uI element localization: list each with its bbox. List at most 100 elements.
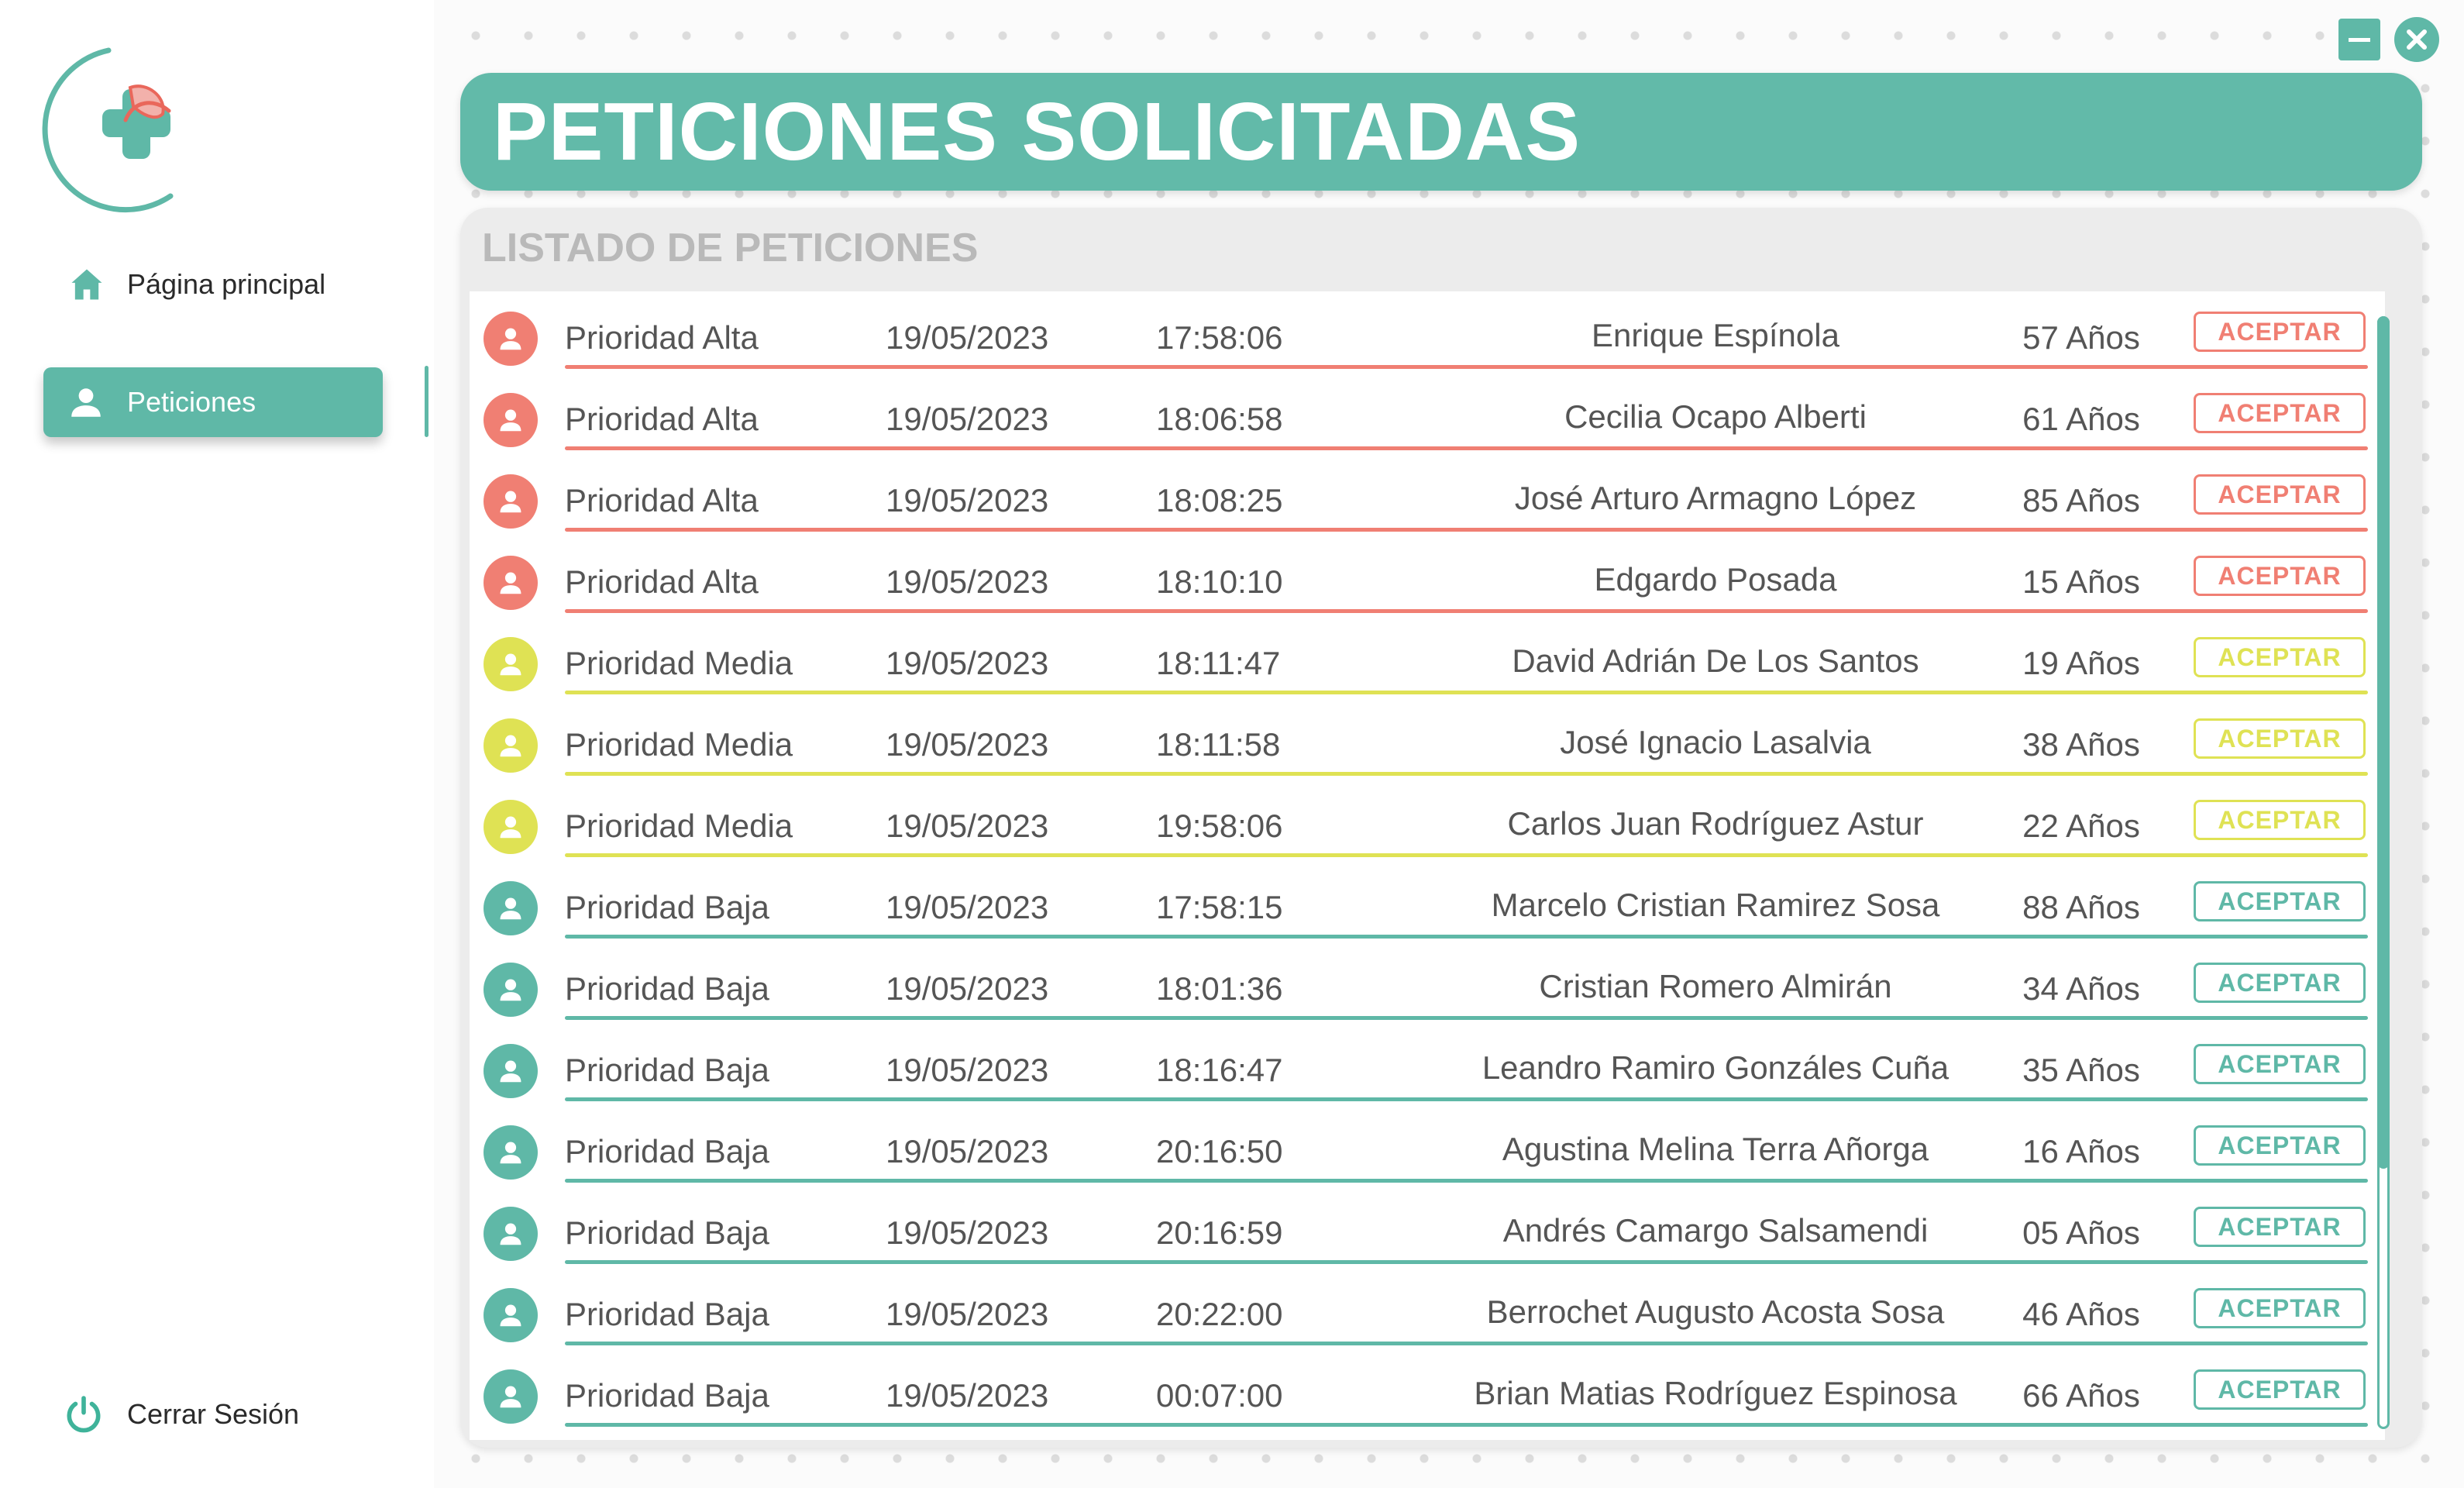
list-header: LISTADO DE PETICIONES: [482, 226, 979, 270]
accept-button[interactable]: ACEPTAR: [2194, 556, 2366, 596]
table-row: Prioridad Baja 19/05/2023 20:16:50 Agustina…: [470, 1111, 2376, 1193]
home-icon: [71, 269, 102, 300]
accept-button[interactable]: ACEPTAR: [2194, 393, 2366, 433]
patient-name: Andrés Camargo Salsamendi: [1502, 1212, 1929, 1249]
request-time: 18:11:58: [1156, 726, 1281, 763]
request-date: 19/05/2023: [886, 1377, 1049, 1414]
accept-button[interactable]: ACEPTAR: [2194, 1125, 2366, 1166]
patient-name: Berrochet Augusto Acosta Sosa: [1486, 1293, 1945, 1330]
accept-button[interactable]: ACEPTAR: [2194, 637, 2366, 677]
request-date: 19/05/2023: [886, 1133, 1049, 1169]
request-time: 20:16:59: [1156, 1214, 1283, 1251]
table-row: Prioridad Baja 19/05/2023 20:16:59 Andrés C…: [470, 1193, 2376, 1274]
patient-name: José Ignacio Lasalvia: [1560, 724, 1871, 760]
logout-label: Cerrar Sesión: [127, 1398, 300, 1430]
request-date: 19/05/2023: [886, 401, 1049, 437]
accept-button[interactable]: ACEPTAR: [2194, 1288, 2366, 1328]
close-button[interactable]: [2394, 17, 2439, 62]
request-date: 19/05/2023: [886, 970, 1049, 1007]
table-row: Prioridad Alta 19/05/2023 18:08:25 José Art…: [470, 460, 2376, 542]
patient-age: 38 Años: [2022, 726, 2140, 763]
sidebar-item-home[interactable]: Página principal: [43, 250, 392, 319]
user-icon: [71, 388, 101, 417]
table-row: Prioridad Baja 19/05/2023 18:16:47 Leandro …: [470, 1030, 2376, 1111]
patient-age: 46 Años: [2022, 1296, 2140, 1332]
priority-label: Prioridad Baja: [565, 970, 769, 1007]
accept-button[interactable]: ACEPTAR: [2194, 1207, 2366, 1247]
request-date: 19/05/2023: [886, 808, 1049, 844]
request-date: 19/05/2023: [886, 1052, 1049, 1088]
patient-age: 16 Años: [2022, 1133, 2140, 1169]
accept-button[interactable]: ACEPTAR: [2194, 1369, 2366, 1410]
patient-age: 35 Años: [2022, 1052, 2140, 1088]
table-row: Prioridad Media 19/05/2023 19:58:06 Carlos …: [470, 786, 2376, 867]
main-area: PETICIONES SOLICITADAS LISTADO DE PETICI…: [434, 0, 2464, 1488]
priority-label: Prioridad Alta: [565, 482, 759, 518]
logout-button[interactable]: Cerrar Sesión: [43, 1380, 392, 1449]
accept-button[interactable]: ACEPTAR: [2194, 1044, 2366, 1084]
scrollbar-thumb[interactable]: [2377, 316, 2390, 1169]
sidebar-item-peticiones[interactable]: Peticiones: [43, 367, 383, 437]
priority-label: Prioridad Baja: [565, 1133, 769, 1169]
priority-label: Prioridad Alta: [565, 401, 759, 437]
priority-label: Prioridad Baja: [565, 889, 769, 925]
user-avatar-icon: [484, 1369, 538, 1424]
row-divider: [565, 853, 2368, 857]
patient-age: 88 Años: [2022, 889, 2140, 925]
request-time: 18:16:47: [1156, 1052, 1283, 1088]
request-date: 19/05/2023: [886, 645, 1049, 681]
patient-age: 85 Años: [2022, 482, 2140, 518]
row-divider: [565, 1179, 2368, 1183]
patient-age: 61 Años: [2022, 401, 2140, 437]
user-avatar-icon: [484, 1288, 538, 1342]
user-avatar-icon: [484, 718, 538, 773]
row-divider: [565, 1342, 2368, 1345]
request-time: 19:58:06: [1156, 808, 1283, 844]
patient-age: 19 Años: [2022, 645, 2140, 681]
accept-button[interactable]: ACEPTAR: [2194, 800, 2366, 840]
table-row: Prioridad Alta 19/05/2023 18:06:58 Cecilia …: [470, 379, 2376, 460]
user-avatar-icon: [484, 881, 538, 935]
user-icon: [500, 1386, 521, 1408]
priority-label: Prioridad Baja: [565, 1214, 769, 1251]
row-divider: [565, 1097, 2368, 1101]
user-icon: [500, 653, 521, 676]
table-row: Prioridad Alta 19/05/2023 17:58:06 Enrique …: [470, 298, 2376, 379]
user-avatar-icon: [484, 393, 538, 447]
user-icon: [500, 572, 521, 594]
accept-button[interactable]: ACEPTAR: [2194, 718, 2366, 759]
active-nav-indicator: [425, 366, 428, 437]
row-divider: [565, 609, 2368, 613]
priority-label: Prioridad Media: [565, 808, 793, 844]
user-avatar-icon: [484, 1125, 538, 1180]
row-divider: [565, 691, 2368, 694]
patient-age: 34 Años: [2022, 970, 2140, 1007]
request-time: 18:01:36: [1156, 970, 1283, 1007]
user-icon: [500, 979, 521, 1001]
sidebar-item-label: Peticiones: [127, 386, 256, 418]
request-time: 18:06:58: [1156, 401, 1283, 437]
user-avatar-icon: [484, 474, 538, 529]
request-time: 00:07:00: [1156, 1377, 1283, 1414]
request-time: 18:11:47: [1156, 645, 1281, 681]
page-title-bar: PETICIONES SOLICITADAS: [460, 73, 2422, 191]
sidebar: Página principal Peticiones Cerrar Sesió…: [0, 0, 434, 1488]
user-avatar-icon: [484, 800, 538, 854]
request-date: 19/05/2023: [886, 563, 1049, 600]
request-date: 19/05/2023: [886, 1214, 1049, 1251]
accept-button[interactable]: ACEPTAR: [2194, 881, 2366, 921]
patient-name: David Adrián De Los Santos: [1512, 642, 1919, 679]
patient-age: 22 Años: [2022, 808, 2140, 844]
user-icon: [500, 1142, 521, 1164]
accept-button[interactable]: ACEPTAR: [2194, 474, 2366, 515]
sidebar-item-label: Página principal: [127, 268, 326, 300]
patient-name: Cecilia Ocapo Alberti: [1564, 398, 1867, 435]
request-date: 19/05/2023: [886, 482, 1049, 518]
accept-button[interactable]: ACEPTAR: [2194, 963, 2366, 1003]
request-time: 17:58:06: [1156, 319, 1283, 356]
minimize-button[interactable]: [2338, 19, 2380, 60]
request-time: 18:08:25: [1156, 482, 1283, 518]
requests-panel: LISTADO DE PETICIONES Prioridad Alta 19/0…: [460, 208, 2422, 1448]
user-icon: [500, 735, 521, 757]
accept-button[interactable]: ACEPTAR: [2194, 312, 2366, 352]
